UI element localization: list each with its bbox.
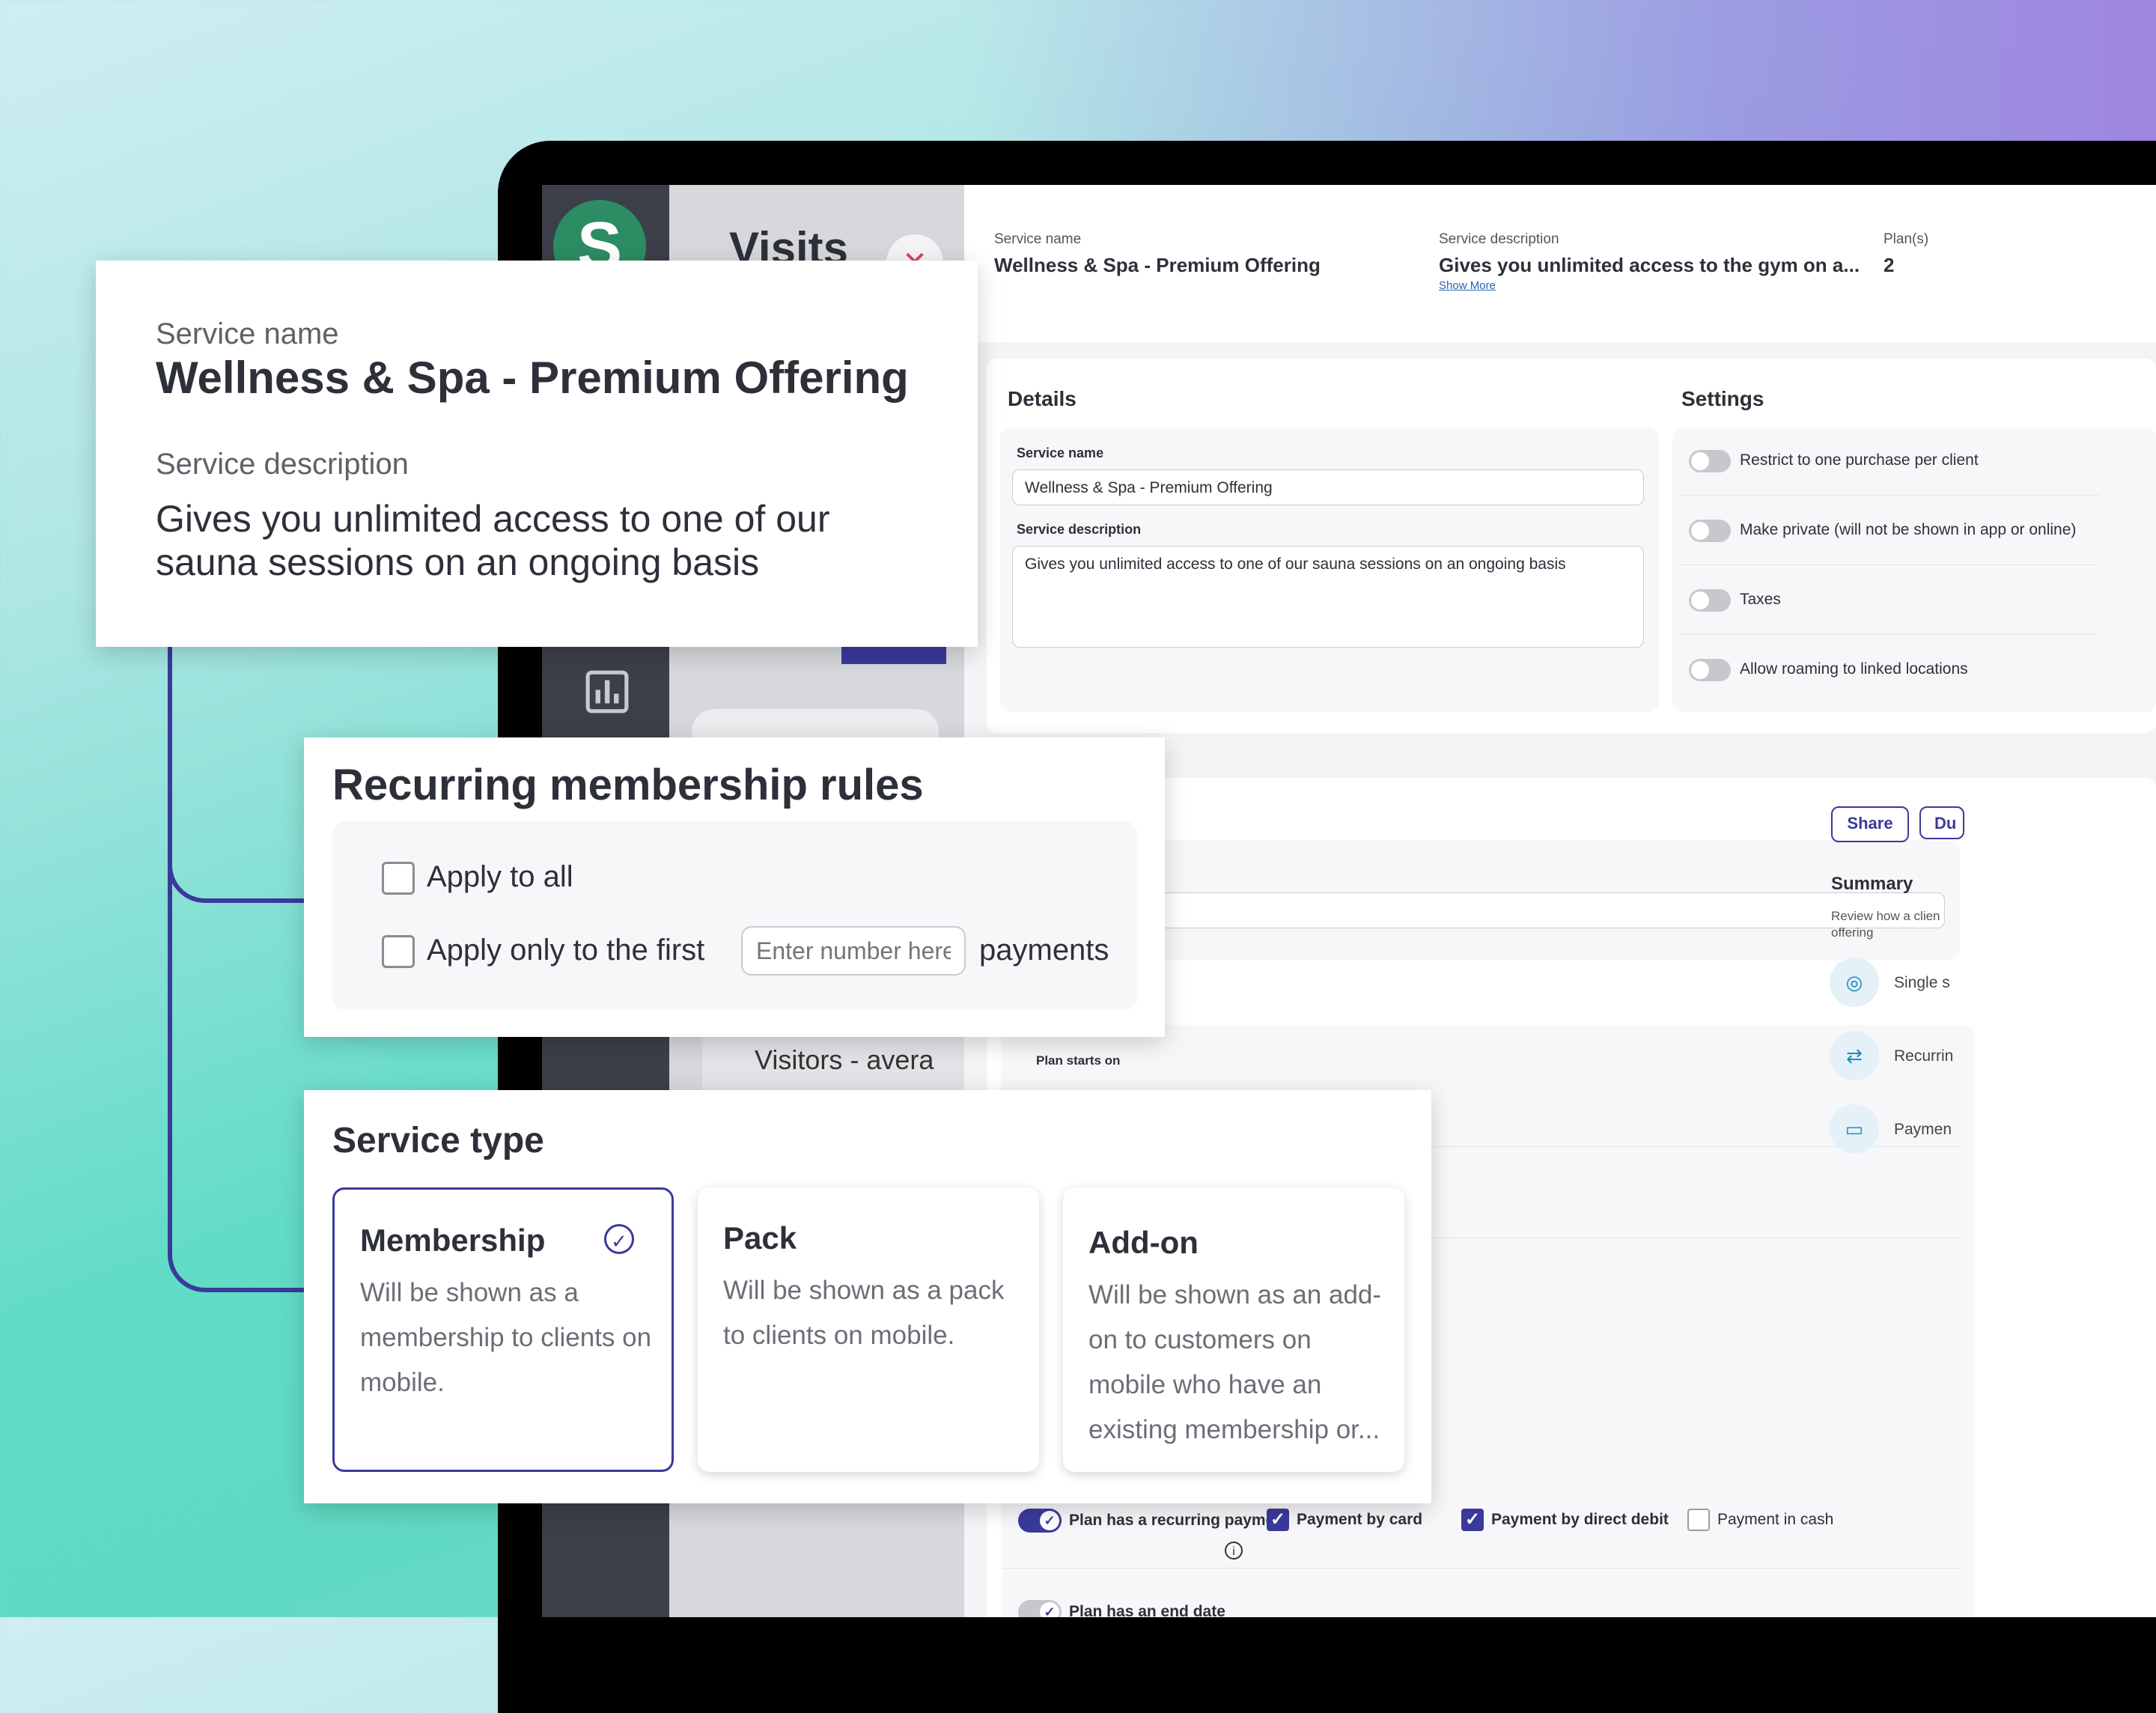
service-description-field-label: Service description xyxy=(1017,522,1142,537)
service-description-field[interactable]: Gives you unlimited access to one of our… xyxy=(1012,546,1644,648)
connector-curve xyxy=(168,861,307,1292)
setting-row: Make private (will not be shown in app o… xyxy=(1680,497,2099,565)
direct-debit-checkbox[interactable]: ✓ xyxy=(1461,1509,1484,1531)
analytics-icon[interactable] xyxy=(584,669,630,715)
end-date-toggle[interactable] xyxy=(1018,1600,1062,1617)
service-name-label: Service name xyxy=(994,231,1082,247)
details-panel: Service name Wellness & Spa - Premium Of… xyxy=(1000,428,1659,712)
summary-item: ▭ Paymen xyxy=(1830,1104,1979,1157)
service-type-overlay: Service type Membership ✓ Will be shown … xyxy=(304,1090,1431,1503)
settings-title: Settings xyxy=(1681,387,1764,410)
membership-option-card[interactable]: Membership ✓ Will be shown as a membersh… xyxy=(332,1187,674,1472)
roaming-toggle[interactable] xyxy=(1689,659,1731,681)
setting-row: Restrict to one purchase per client xyxy=(1680,428,2099,496)
summary-subtitle: Review how a clien offering xyxy=(1831,909,1940,940)
membership-rules-overlay: Recurring membership rules Apply to all … xyxy=(304,737,1165,1037)
share-button[interactable]: Share xyxy=(1831,806,1909,842)
payments-label: payments xyxy=(979,934,1109,967)
service-info-overlay: Service name Wellness & Spa - Premium Of… xyxy=(96,261,978,647)
apply-first-label: Apply only to the first xyxy=(427,934,705,967)
show-more-link[interactable]: Show More xyxy=(1439,279,1496,292)
option-description: Will be shown as an add-on to customers … xyxy=(1088,1280,1382,1444)
overlay-service-name-value: Wellness & Spa - Premium Offering xyxy=(156,353,909,403)
card-payment-checkbox[interactable]: ✓ xyxy=(1267,1509,1289,1531)
check-circle-icon: ✓ xyxy=(604,1224,634,1254)
overlay-service-description-label: Service description xyxy=(156,448,409,481)
recurring-payment-label: Plan has a recurring payment xyxy=(1069,1512,1290,1529)
option-description: Will be shown as a pack to clients on mo… xyxy=(723,1276,1005,1350)
details-card: Details Service name Wellness & Spa - Pr… xyxy=(987,359,2156,733)
summary-item-label: Paymen xyxy=(1894,1121,1952,1138)
taxes-toggle[interactable] xyxy=(1689,589,1731,612)
end-date-label: Plan has an end date xyxy=(1069,1603,1225,1617)
direct-debit-label: Payment by direct debit xyxy=(1491,1511,1669,1528)
credit-card-icon: ▭ xyxy=(1830,1104,1879,1154)
apply-all-checkbox[interactable] xyxy=(382,862,415,895)
summary-item-label: Recurrin xyxy=(1894,1047,1954,1065)
setting-label: Taxes xyxy=(1740,591,1781,608)
setting-row: Taxes xyxy=(1680,567,2099,635)
service-name-value: Wellness & Spa - Premium Offering xyxy=(994,254,1321,276)
add-on-option-card[interactable]: Add-on Will be shown as an add-on to cus… xyxy=(1063,1187,1404,1472)
option-title: Pack xyxy=(723,1220,797,1256)
user-circle-icon: ◎ xyxy=(1830,958,1879,1007)
settings-panel: Restrict to one purchase per client Make… xyxy=(1672,428,2156,712)
setting-label: Restrict to one purchase per client xyxy=(1740,451,1979,469)
overlay-service-name-label: Service name xyxy=(156,317,339,350)
payment-count-input[interactable] xyxy=(741,926,966,976)
plans-count-value: 2 xyxy=(1884,254,1895,276)
plan-starts-label: Plan starts on xyxy=(1036,1053,1121,1068)
details-title: Details xyxy=(1008,387,1077,410)
summary-item: ⇄ Recurrin xyxy=(1830,1031,1979,1083)
service-name-field-label: Service name xyxy=(1017,445,1104,460)
overlay-service-description-value: Gives you unlimited access to one of our… xyxy=(156,498,830,583)
service-name-field[interactable]: Wellness & Spa - Premium Offering xyxy=(1012,469,1644,505)
membership-rules-title: Recurring membership rules xyxy=(332,761,924,809)
cash-payment-label: Payment in cash xyxy=(1717,1511,1834,1528)
end-date-option[interactable]: Plan has an end date xyxy=(1018,1600,1225,1617)
membership-rules-panel: Apply to all Apply only to the first pay… xyxy=(332,821,1138,1010)
apply-first-checkbox[interactable] xyxy=(382,935,415,968)
option-title: Add-on xyxy=(1088,1225,1199,1260)
repeat-icon: ⇄ xyxy=(1830,1031,1879,1080)
cash-payment-checkbox[interactable] xyxy=(1687,1509,1710,1531)
option-description: Will be shown as a membership to clients… xyxy=(360,1278,652,1397)
setting-row: Allow roaming to linked locations xyxy=(1680,636,2099,704)
card-payment-option[interactable]: ✓ Payment by card xyxy=(1267,1509,1422,1531)
info-icon[interactable]: i xyxy=(1225,1542,1243,1560)
setting-label: Make private (will not be shown in app o… xyxy=(1740,521,2077,538)
pack-option-card[interactable]: Pack Will be shown as a pack to clients … xyxy=(698,1187,1039,1472)
service-description-value: Gives you unlimited access to the gym on… xyxy=(1439,254,1860,276)
divider xyxy=(1002,1568,1960,1569)
plans-count-label: Plan(s) xyxy=(1884,231,1929,247)
card-payment-label: Payment by card xyxy=(1297,1511,1423,1528)
summary-item: ◎ Single s xyxy=(1830,958,1979,1010)
service-description-label: Service description xyxy=(1439,231,1559,247)
recurring-payment-toggle[interactable] xyxy=(1018,1509,1062,1533)
setting-label: Allow roaming to linked locations xyxy=(1740,660,1968,678)
service-info-header: Service name Wellness & Spa - Premium Of… xyxy=(964,185,2156,342)
service-type-title: Service type xyxy=(332,1121,544,1160)
duplicate-button[interactable]: Du xyxy=(1919,806,1964,839)
recurring-payment-option[interactable]: Plan has a recurring payment xyxy=(1018,1509,1289,1533)
summary-item-label: Single s xyxy=(1894,974,1950,991)
direct-debit-option[interactable]: ✓ Payment by direct debit xyxy=(1461,1509,1669,1531)
restrict-purchase-toggle[interactable] xyxy=(1689,450,1731,472)
cash-payment-option[interactable]: Payment in cash xyxy=(1687,1509,1833,1531)
make-private-toggle[interactable] xyxy=(1689,520,1731,542)
option-title: Membership xyxy=(360,1223,546,1258)
summary-title: Summary xyxy=(1831,874,1913,894)
apply-all-label: Apply to all xyxy=(427,860,573,893)
